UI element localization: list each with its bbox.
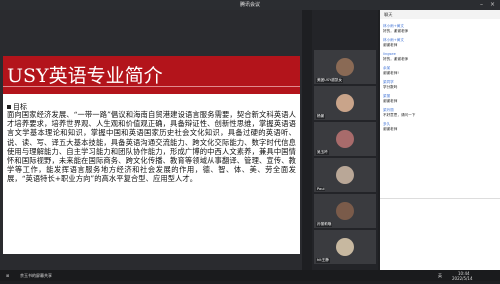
slide-title-banner: USY英语专业简介 <box>3 56 300 94</box>
shared-screen-area: USY英语专业简介 目标 面向国家经济发展、“一带一路”倡议和海南自贸港建设语言… <box>0 10 302 270</box>
window-title: 腾讯会议 <box>239 2 260 8</box>
participant-name: 美团USY越凯女 <box>316 78 344 83</box>
chat-panel: 聊天 林小雨+黄文 好的，谢谢老师 林小雨+黄文 谢谢老师 lingsee 好的… <box>380 10 500 270</box>
avatar <box>336 166 354 184</box>
chat-message: 谢谢老师 <box>383 127 398 131</box>
participant-name: 杨景 <box>316 114 326 119</box>
clock-date[interactable]: 2022/5/14 <box>452 273 473 284</box>
avatar <box>336 202 354 220</box>
avatar <box>336 94 354 112</box>
window-title-bar: 腾讯会议 – × <box>0 0 500 10</box>
video-tile[interactable]: 美团USY越凯女 <box>314 50 376 84</box>
participant-name: hit王静 <box>316 258 330 263</box>
chat-header-title: 聊天 <box>384 12 393 17</box>
chat-message: 谢谢老师 <box>383 43 398 47</box>
banner-divider <box>3 86 300 87</box>
video-tile[interactable]: hit王静 <box>314 230 376 264</box>
slide-body-text: 面向国家经济发展、“一带一路”倡议和海南自贸港建设语言服务需要，契合新文科英语人… <box>7 110 296 184</box>
close-icon[interactable]: × <box>490 0 495 10</box>
chat-message: 谢谢老师! <box>383 71 399 75</box>
chat-message: 谢谢老师 <box>383 99 398 103</box>
participant-name: 孙丽莉哦 <box>316 222 333 227</box>
chat-message: 不好意思，请问一下 <box>383 113 416 117</box>
taskbar: ⊞ 余玉书的屏幕共享 英 10:44 2022/5/14 <box>0 270 500 281</box>
video-tile[interactable]: 吴玉吟 <box>314 122 376 156</box>
slide-top-strip <box>3 46 300 56</box>
slide-title: USY英语专业简介 <box>7 65 163 87</box>
chat-sender: lingsee <box>383 52 396 56</box>
input-method-indicator[interactable]: 英 <box>438 270 442 281</box>
chat-header: 聊天 <box>380 10 500 19</box>
participant-name: Paul <box>316 187 326 191</box>
chat-message: 学分数吗 <box>383 85 398 89</box>
video-tile[interactable]: 杨景 <box>314 86 376 120</box>
windows-start-icon[interactable]: ⊞ <box>6 270 9 281</box>
chat-input[interactable] <box>380 198 500 259</box>
minimize-icon[interactable]: – <box>480 0 483 10</box>
video-tile[interactable]: 孙丽莉哦 <box>314 194 376 228</box>
video-tile[interactable]: Paul <box>314 158 376 192</box>
avatar <box>336 130 354 148</box>
participant-name: 吴玉吟 <box>316 150 329 155</box>
presentation-slide: USY英语专业简介 目标 面向国家经济发展、“一带一路”倡议和海南自贸港建设语言… <box>3 46 300 254</box>
bullet-square-icon <box>7 105 11 109</box>
avatar <box>336 238 354 256</box>
chat-message: 好的，谢谢老师 <box>383 57 409 61</box>
chat-message: 好的，谢谢老师 <box>383 29 409 33</box>
video-strip: 美团USY越凯女 杨景 吴玉吟 Paul 孙丽莉哦 hit王静 <box>312 10 378 270</box>
meeting-share-label[interactable]: 余玉书的屏幕共享 <box>20 270 52 281</box>
avatar <box>336 58 354 76</box>
